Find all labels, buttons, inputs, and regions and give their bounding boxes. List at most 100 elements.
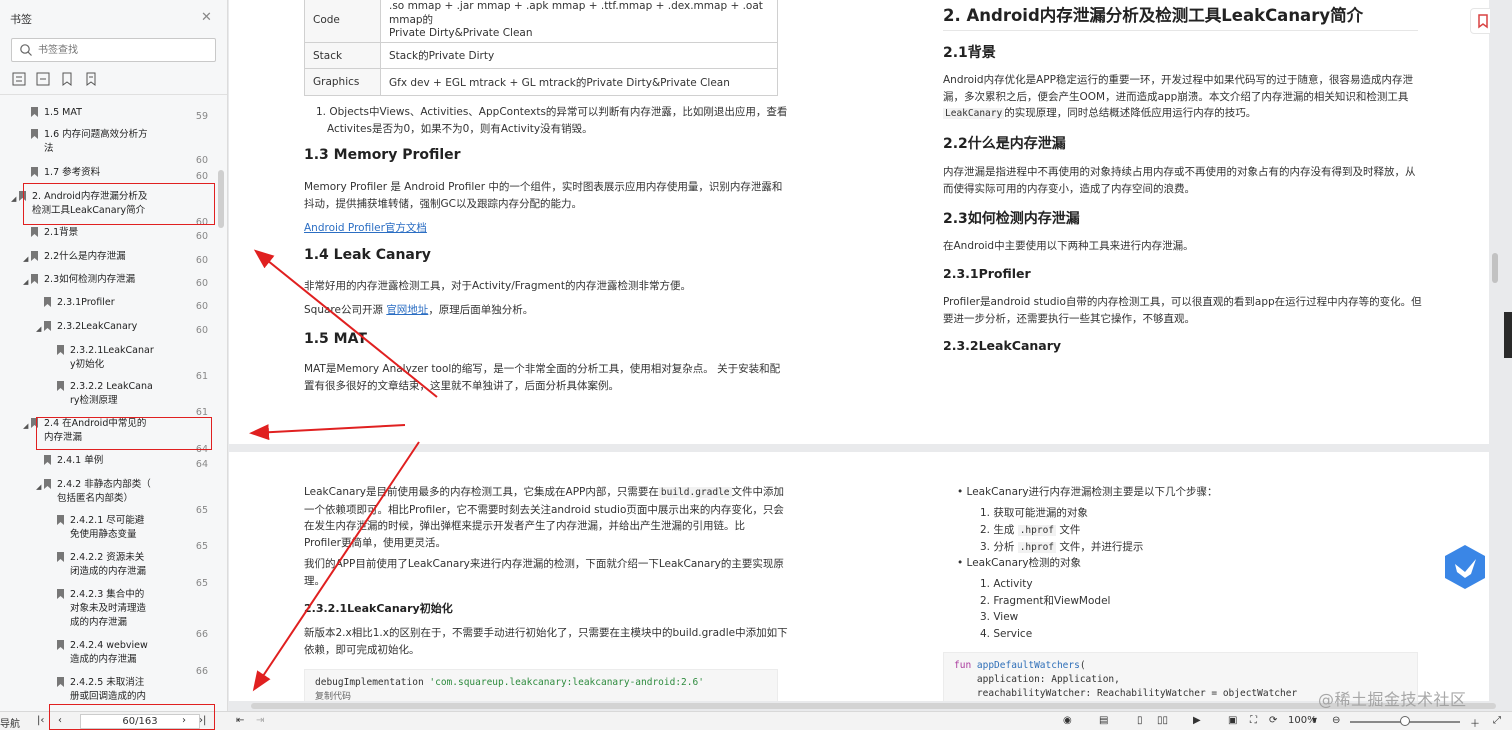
rotate-icon[interactable]: ⟳: [1269, 715, 1277, 726]
bookmark-page: 60: [195, 217, 208, 228]
bookmark-label: 1.7 参考资料: [44, 167, 101, 178]
zoom-out-icon[interactable]: ⊖: [1332, 715, 1340, 726]
eye-protect-icon[interactable]: ◉: [1063, 715, 1072, 726]
bookmark-page: 61: [195, 371, 208, 382]
zoom-dropdown-icon[interactable]: ▾: [1312, 715, 1317, 726]
next-page-icon[interactable]: ›: [182, 715, 186, 726]
bookmark-page: 64: [195, 444, 208, 455]
bookmark-icon: [31, 251, 38, 261]
bookmark-icon: [57, 381, 64, 391]
bookmark-icon: [44, 297, 51, 307]
arrow: [252, 441, 420, 692]
single-page-icon[interactable]: ▯: [1137, 715, 1143, 726]
bookmark-icon: [57, 552, 64, 562]
watermark: @稀土掘金技术社区: [1318, 690, 1467, 709]
sidebar-scrollbar[interactable]: [218, 170, 224, 228]
bookmark-label: 2.3.1Profiler: [57, 297, 115, 308]
search-icon: [20, 44, 32, 56]
sidebar-title: 书签: [10, 13, 32, 26]
bookmark-page: 65: [195, 505, 208, 516]
bookmark-page: 60: [195, 171, 208, 182]
bookmark-label: 2.4.2.3 集合中的 对象未及时清理造 成的内存泄漏: [70, 589, 147, 628]
collapse-arrow-icon[interactable]: ◢: [23, 275, 28, 289]
add-bookmark-icon[interactable]: [60, 72, 74, 86]
bookmark-label: 2.3.2.1LeakCanar y初始化: [70, 345, 154, 370]
bookmark-page: 64: [195, 459, 208, 470]
bookmark-icon: [31, 274, 38, 284]
fit-page-icon[interactable]: ⛶: [1250, 715, 1257, 726]
bookmark-icon: [44, 321, 51, 331]
fit-width-icon[interactable]: ▤: [1099, 715, 1108, 726]
scroll-thumb[interactable]: [251, 703, 1496, 709]
delete-bookmark-icon[interactable]: [84, 72, 98, 86]
bookmark-icon: [44, 455, 51, 465]
bookmark-page: 59: [195, 111, 208, 122]
bookmark-page: 60: [195, 231, 208, 242]
floating-bird-icon[interactable]: [1443, 544, 1487, 590]
zoom-in-icon[interactable]: ＋: [1470, 715, 1480, 730]
actual-size-icon[interactable]: ▣: [1228, 715, 1237, 726]
bookmark-page: 60: [195, 278, 208, 289]
bookmark-label: 2.3.2.2 LeakCana ry检测原理: [70, 381, 153, 406]
bookmark-label: 2.4 在Android中常见的 内存泄漏: [44, 418, 147, 443]
bookmark-page: 65: [195, 578, 208, 589]
bookmark-page: 60: [195, 155, 208, 166]
arrow: [253, 249, 438, 398]
bookmark-tree: 1.5 MAT 59 1.6 内存问题高效分析方法 60 1.7 参考资料 60 ◢ 2. A…: [0, 100, 218, 704]
bookmark-label: 2.2什么是内存泄漏: [44, 251, 126, 262]
bookmark-icon: [31, 227, 38, 237]
bookmark-label: 2.3如何检测内存泄漏: [44, 274, 136, 285]
play-icon[interactable]: ▶: [1193, 715, 1201, 726]
bookmark-icon: [57, 640, 64, 650]
bookmark-icon: [31, 129, 38, 139]
first-page-icon[interactable]: |‹: [37, 715, 44, 726]
bookmark-label: 1.5 MAT: [44, 107, 82, 118]
annotation-arrows: [249, 249, 438, 692]
collapse-arrow-icon[interactable]: ◢: [36, 480, 41, 494]
collapse-arrow-icon[interactable]: ◢: [11, 192, 16, 206]
bookmark-page: 60: [195, 301, 208, 312]
bookmark-icon: [57, 589, 64, 599]
bookmark-icon: [57, 345, 64, 355]
nav-label[interactable]: 导航: [0, 715, 20, 730]
bookmark-search-input[interactable]: [38, 42, 208, 58]
bookmark-search[interactable]: [11, 38, 216, 62]
collapse-arrow-icon[interactable]: ◢: [23, 252, 28, 266]
zoom-slider-handle[interactable]: [1400, 716, 1410, 726]
bookmark-page: 60: [195, 325, 208, 336]
bookmark-icon: [19, 191, 26, 201]
bookmark-page: 66: [195, 666, 208, 677]
bookmark-icon: [57, 515, 64, 525]
bookmark-page: 66: [195, 629, 208, 640]
collapse-arrow-icon[interactable]: ◢: [36, 322, 41, 336]
bookmark-label: 2.4.2.2 资源未关 闭造成的内存泄漏: [70, 552, 147, 577]
bookmark-label: 2. Android内存泄漏分析及 检测工具LeakCanary简介: [32, 191, 148, 216]
bookmark-label: 2.4.1 单例: [57, 455, 104, 466]
double-page-icon[interactable]: ▯▯: [1157, 715, 1168, 726]
bookmark-page: 60: [195, 255, 208, 266]
bookmark-icon: [31, 418, 38, 428]
status-bar: 导航 |‹ ‹ 60/163 › ›| ⇤ ⇥ ◉ ▤ ▯ ▯▯ ▶ ▣ ⛶ ⟳…: [0, 704, 1512, 730]
bookmark-label: 2.4.2.1 尽可能避 免使用静态变量: [70, 515, 145, 540]
expand-all-icon[interactable]: [12, 72, 26, 86]
bookmark-label: 1.6 内存问题高效分析方法: [44, 129, 148, 154]
document-view: Code .so mmap + .jar mmap + .apk mmap + …: [229, 0, 1501, 701]
fullscreen-icon[interactable]: ⤢: [1493, 715, 1501, 726]
back-icon[interactable]: ⇤: [236, 715, 244, 726]
last-page-icon[interactable]: ›|: [199, 715, 206, 726]
bookmark-page: 61: [195, 407, 208, 418]
close-icon[interactable]: ✕: [201, 10, 212, 25]
bookmark-label: 2.4.2.5 未取消注册或回调造成的内存泄漏: [70, 677, 147, 702]
arrow: [249, 424, 406, 441]
forward-icon[interactable]: ⇥: [256, 715, 264, 726]
bookmark-icon: [57, 677, 64, 687]
sidebar-divider: [0, 94, 227, 95]
bookmark-icon: [31, 167, 38, 177]
prev-page-icon[interactable]: ‹: [58, 715, 62, 726]
bookmark-label: 2.1背景: [44, 227, 79, 238]
bookmark-icon: [31, 107, 38, 117]
collapse-arrow-icon[interactable]: ◢: [23, 419, 28, 433]
collapse-all-icon[interactable]: [36, 72, 50, 86]
pdf-reader-window: 书签 ✕ 1.5 MAT 59 1.6 内存问题高效分析方法 60 1.7 参考资料 60…: [0, 0, 1512, 730]
side-panel-tab[interactable]: [1504, 312, 1512, 358]
